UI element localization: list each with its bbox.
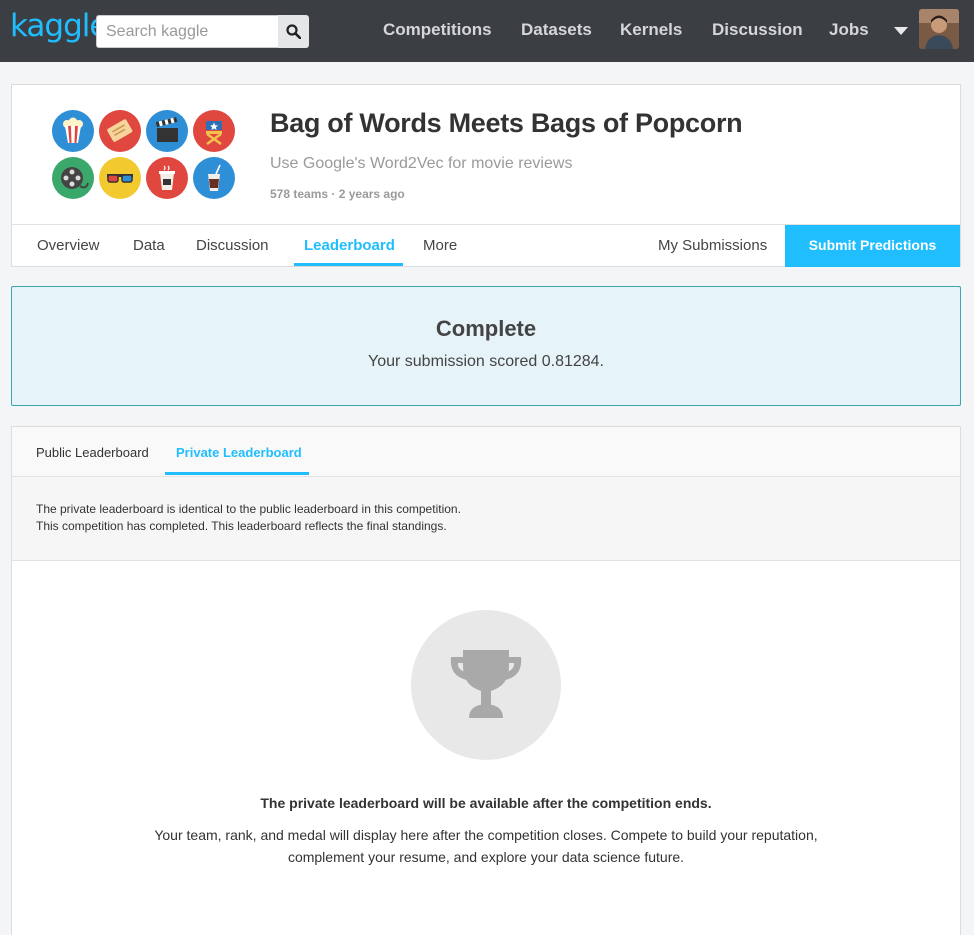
- tab-leaderboard[interactable]: Leaderboard: [304, 237, 395, 254]
- directors-chair-icon: [193, 110, 235, 152]
- trophy-placeholder: [411, 610, 561, 760]
- ticket-icon: [99, 110, 141, 152]
- competition-tabs: Overview Data Discussion Leaderboard Mor…: [12, 224, 960, 267]
- popcorn-icon: [52, 110, 94, 152]
- kaggle-logo[interactable]: kaggle: [10, 8, 108, 44]
- submission-status-banner: Complete Your submission scored 0.81284.: [11, 286, 961, 406]
- my-submissions-link[interactable]: My Submissions: [658, 237, 767, 254]
- competition-title: Bag of Words Meets Bags of Popcorn: [270, 108, 743, 138]
- notice-line: This competition has completed. This lea…: [36, 519, 447, 533]
- competition-header: Bag of Words Meets Bags of Popcorn Use G…: [11, 84, 961, 267]
- nav-discussion[interactable]: Discussion: [712, 20, 803, 40]
- empty-state-line: Your team, rank, and medal will display …: [154, 827, 818, 843]
- clapperboard-icon: [146, 110, 188, 152]
- search-icon: [286, 24, 301, 39]
- nav-jobs[interactable]: Jobs: [829, 20, 869, 40]
- search-button[interactable]: [278, 15, 309, 48]
- tab-public-leaderboard[interactable]: Public Leaderboard: [36, 445, 149, 460]
- banner-title: Complete: [435, 316, 537, 341]
- chevron-down-icon[interactable]: [894, 27, 908, 35]
- tab-overview[interactable]: Overview: [37, 237, 100, 254]
- notice-line: The private leaderboard is identical to …: [36, 502, 461, 516]
- leaderboard-tabs: Public Leaderboard Private Leaderboard: [12, 427, 960, 477]
- active-tab-indicator: [294, 263, 403, 266]
- 3d-glasses-icon: [99, 157, 141, 199]
- empty-state-title: The private leaderboard will be availabl…: [260, 795, 712, 811]
- search-input[interactable]: Search kaggle: [96, 15, 278, 48]
- competition-subtitle: Use Google's Word2Vec for movie reviews: [270, 155, 573, 172]
- competition-meta: 578 teams · 2 years ago: [270, 187, 405, 201]
- coffee-cup-icon: [146, 157, 188, 199]
- tab-more[interactable]: More: [423, 237, 457, 254]
- empty-state-description: Your team, rank, and medal will display …: [112, 824, 860, 868]
- submit-predictions-button[interactable]: Submit Predictions: [785, 225, 960, 267]
- active-tab-indicator: [165, 472, 309, 475]
- tab-data[interactable]: Data: [133, 237, 165, 254]
- film-reel-icon: [52, 157, 94, 199]
- nav-competitions[interactable]: Competitions: [383, 20, 492, 40]
- leaderboard-notice: The private leaderboard is identical to …: [12, 477, 960, 561]
- top-navbar: kaggle Search kaggle Competitions Datase…: [0, 0, 974, 62]
- tab-private-leaderboard[interactable]: Private Leaderboard: [176, 445, 302, 460]
- tab-discussion[interactable]: Discussion: [196, 237, 269, 254]
- empty-state-line: complement your resume, and explore your…: [287, 849, 685, 865]
- soda-icon: [193, 157, 235, 199]
- nav-kernels[interactable]: Kernels: [620, 20, 682, 40]
- user-avatar[interactable]: [919, 9, 959, 49]
- nav-datasets[interactable]: Datasets: [521, 20, 592, 40]
- trophy-icon: [450, 650, 522, 718]
- leaderboard-panel: Public Leaderboard Private Leaderboard T…: [11, 426, 961, 935]
- competition-logo: [52, 110, 236, 202]
- banner-score-text: Your submission scored 0.81284.: [368, 353, 604, 370]
